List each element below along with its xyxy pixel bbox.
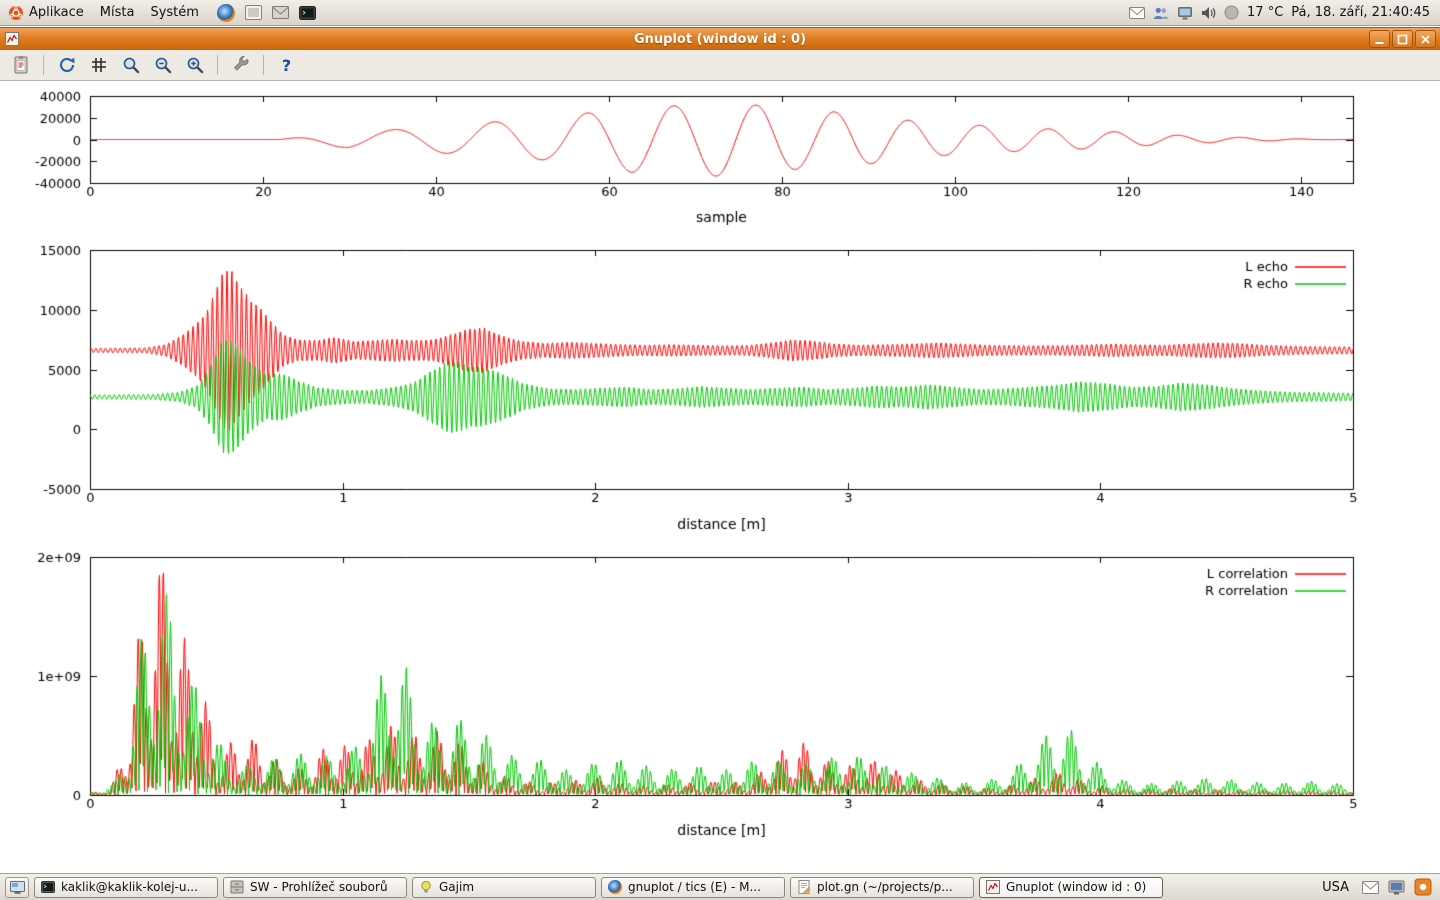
menu-applications[interactable]: Aplikace [0, 0, 92, 26]
taskbar-item-label: SW - Prohlížeč souborů [250, 880, 388, 894]
taskbar-item-label: Gajim [439, 880, 474, 894]
taskbar-item-gnuplot[interactable]: Gnuplot (window id : 0) [979, 877, 1163, 898]
grid-icon [89, 55, 109, 75]
mail-icon [272, 6, 289, 19]
taskbar-item-label: plot.gn (~/projects/p... [817, 880, 953, 894]
volume-icon[interactable] [1201, 6, 1216, 20]
gajim-icon [419, 880, 433, 894]
gnuplot-toolbar: ? [0, 50, 1440, 81]
toolbar-separator [263, 55, 264, 75]
zoom-previous-button[interactable] [150, 53, 175, 78]
maximize-icon [1396, 33, 1409, 46]
menu-applications-label: Aplikace [29, 5, 84, 20]
mail-launcher[interactable] [269, 1, 292, 24]
window-controls [1369, 30, 1436, 48]
keyboard-layout-indicator[interactable]: USA [1318, 879, 1353, 896]
gnuplot-plot-area [0, 81, 1440, 873]
weather-icon [1224, 5, 1239, 20]
notification-icon[interactable] [1414, 878, 1432, 896]
taskbar-item-firefox[interactable]: gnuplot / tics (E) - M... [601, 877, 785, 898]
mail-icon[interactable] [1362, 881, 1379, 894]
taskbar-item-label: gnuplot / tics (E) - M... [628, 880, 761, 894]
configure-icon [231, 55, 251, 75]
zoom-previous-icon [153, 55, 173, 75]
minimize-button[interactable] [1369, 30, 1390, 48]
firefox-icon [217, 4, 235, 22]
toolbar-separator [43, 55, 44, 75]
firefox-launcher[interactable] [215, 1, 238, 24]
menu-places-label: Místa [100, 5, 135, 20]
refresh-icon [57, 55, 77, 75]
clock-label[interactable]: Pá, 18. září, 21:40:45 [1291, 5, 1430, 20]
help-button[interactable]: ? [274, 53, 299, 78]
file-manager-icon [230, 880, 244, 894]
gnuplot-canvas[interactable] [0, 81, 1440, 873]
menu-system-label: Systém [150, 5, 198, 20]
menu-system[interactable]: Systém [142, 0, 206, 26]
panel-status-area: 17 °C Pá, 18. září, 21:40:45 [1129, 5, 1440, 20]
gnuplot-window-icon [4, 31, 20, 47]
mail-notification-icon[interactable] [1129, 7, 1145, 19]
help-icon: ? [282, 56, 291, 75]
panel-launchers [215, 1, 319, 24]
photo-launcher[interactable] [242, 1, 265, 24]
gnuplot-icon [986, 880, 1000, 894]
taskbar-item-label: kaklik@kaklik-kolej-u... [61, 880, 198, 894]
taskbar-item-file-manager[interactable]: SW - Prohlížeč souborů [223, 877, 407, 898]
taskbar-item-terminal[interactable]: kaklik@kaklik-kolej-u... [34, 877, 218, 898]
toggle-grid-button[interactable] [86, 53, 111, 78]
gnome-top-panel: Aplikace Místa Systém 17 °C P [0, 0, 1440, 26]
replot-button[interactable] [54, 53, 79, 78]
zoom-icon [121, 55, 141, 75]
close-button[interactable] [1415, 30, 1436, 48]
close-icon [1419, 33, 1432, 46]
taskbar-item-label: Gnuplot (window id : 0) [1006, 880, 1146, 894]
show-desktop-button[interactable] [5, 877, 29, 898]
display-icon[interactable] [1177, 6, 1193, 20]
terminal-icon [41, 880, 55, 894]
copy-icon [11, 55, 31, 75]
window-titlebar[interactable]: Gnuplot (window id : 0) [0, 27, 1440, 50]
minimize-icon [1373, 33, 1386, 46]
terminal-icon [299, 6, 316, 20]
maximize-button[interactable] [1392, 30, 1413, 48]
taskbar-status-area: USA [1318, 878, 1435, 896]
photo-icon [245, 5, 262, 20]
menu-places[interactable]: Místa [92, 0, 143, 26]
taskbar-item-gajim[interactable]: Gajim [412, 877, 596, 898]
terminal-launcher[interactable] [296, 1, 319, 24]
ubuntu-logo-icon [8, 5, 24, 21]
text-editor-icon [797, 880, 811, 894]
zoom-next-icon [185, 55, 205, 75]
window-title: Gnuplot (window id : 0) [0, 32, 1440, 47]
configure-button[interactable] [228, 53, 253, 78]
display-icon[interactable] [1388, 880, 1405, 895]
bottom-taskbar: kaklik@kaklik-kolej-u... SW - Prohlížeč … [0, 873, 1440, 900]
temperature-label: 17 °C [1247, 5, 1283, 20]
zoom-button[interactable] [118, 53, 143, 78]
toolbar-separator [217, 55, 218, 75]
copy-to-clipboard-button[interactable] [8, 53, 33, 78]
show-desktop-icon [10, 881, 25, 894]
users-icon[interactable] [1153, 6, 1169, 20]
taskbar-item-text-editor[interactable]: plot.gn (~/projects/p... [790, 877, 974, 898]
zoom-next-button[interactable] [182, 53, 207, 78]
firefox-icon [608, 880, 622, 894]
